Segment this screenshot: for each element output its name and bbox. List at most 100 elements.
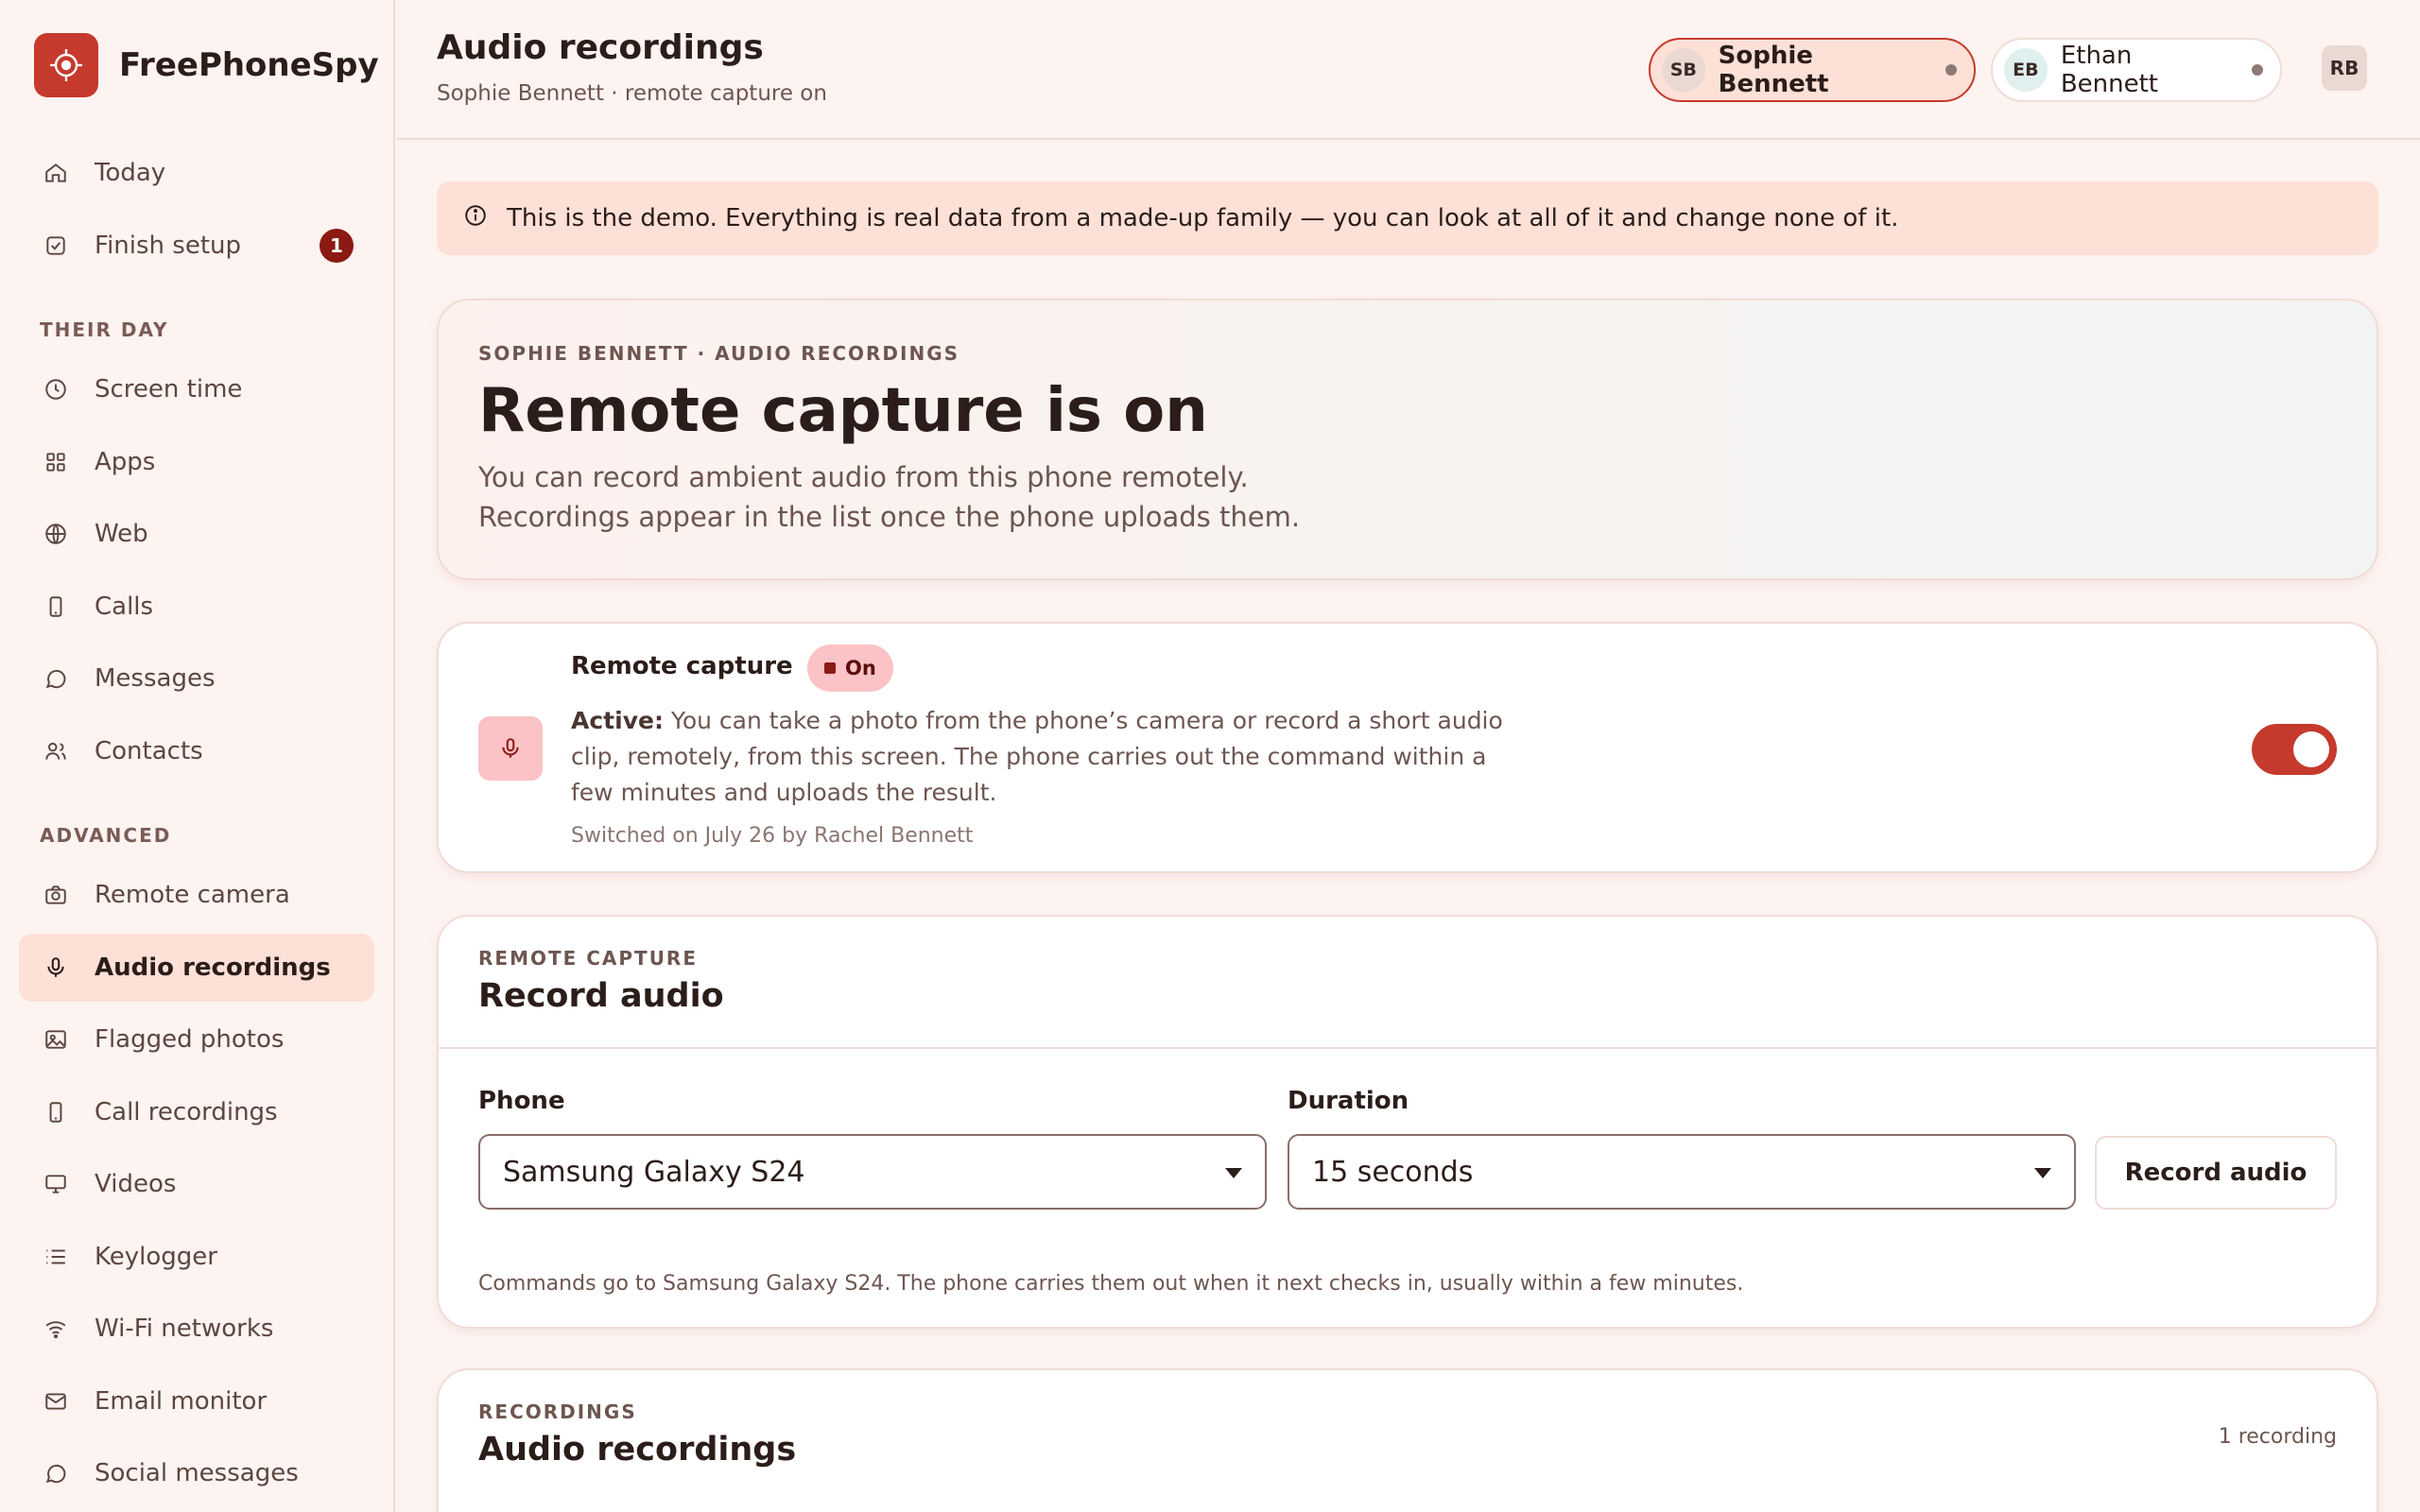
phone-icon (42, 1098, 70, 1126)
page-title: Audio recordings (437, 28, 764, 67)
sidebar-item-email-monitor[interactable]: Email monitor (19, 1367, 374, 1435)
status-dot (2252, 64, 2263, 76)
sidebar-item-social-messages[interactable]: Social messages (19, 1439, 374, 1507)
divider (439, 1047, 2377, 1049)
duration-label: Duration (1288, 1087, 1409, 1115)
status-title: Remote capture (571, 652, 793, 680)
hero-title: Remote capture is on (478, 376, 1208, 446)
banner-text: This is the demo. Everything is real dat… (507, 204, 1899, 232)
duration-select-value: 15 seconds (1312, 1155, 1474, 1189)
users-icon (42, 737, 70, 765)
top-header: Audio recordings Sophie Bennett · remote… (397, 0, 2420, 140)
recording-square-icon (824, 662, 836, 674)
remote-capture-toggle[interactable] (2252, 724, 2337, 775)
brand[interactable]: FreePhoneSpy (34, 33, 379, 97)
sidebar-item-wifi-networks[interactable]: Wi-Fi networks (19, 1295, 374, 1363)
profile-pill-sophie[interactable]: SB Sophie Bennett (1649, 38, 1976, 102)
sidebar-item-label: Call recordings (95, 1098, 278, 1126)
chevron-down-icon (2034, 1168, 2051, 1178)
sidebar-item-label: Email monitor (95, 1387, 268, 1416)
recordings-card: RECORDINGS Audio recordings 1 recording (437, 1368, 2378, 1512)
account-avatar[interactable]: RB (2322, 45, 2367, 91)
record-audio-card: REMOTE CAPTURE Record audio Phone Samsun… (437, 915, 2378, 1329)
sidebar-item-contacts[interactable]: Contacts (19, 717, 374, 785)
sidebar-item-label: Calls (95, 593, 154, 621)
clock-icon (42, 375, 70, 404)
checkbox-icon (42, 232, 70, 260)
toggle-knob (2293, 731, 2329, 767)
sidebar-item-label: Flagged photos (95, 1025, 285, 1054)
wifi-icon (42, 1314, 70, 1343)
phone-select[interactable]: Samsung Galaxy S24 (478, 1134, 1267, 1210)
sidebar-item-finish-setup[interactable]: Finish setup 1 (19, 212, 374, 280)
sidebar-item-keylogger[interactable]: Keylogger (19, 1223, 374, 1291)
record-audio-button[interactable]: Record audio (2095, 1136, 2337, 1210)
sidebar-item-label: Screen time (95, 375, 243, 404)
sidebar-item-label: Videos (95, 1170, 177, 1198)
duration-select[interactable]: 15 seconds (1288, 1134, 2076, 1210)
sidebar-item-apps[interactable]: Apps (19, 428, 374, 496)
globe-icon (42, 520, 70, 548)
recordings-title: Audio recordings (478, 1431, 797, 1469)
sidebar-item-label: Keylogger (95, 1243, 217, 1271)
monitor-icon (42, 1170, 70, 1198)
status-description-strong: Active: (571, 707, 664, 734)
sidebar: FreePhoneSpy Today Finish setup 1 THEIR … (0, 0, 395, 1512)
profile-pill-ethan[interactable]: EB Ethan Bennett (1991, 38, 2282, 102)
avatar: EB (2004, 48, 2048, 92)
demo-banner: This is the demo. Everything is real dat… (437, 181, 2378, 255)
target-logo-icon (34, 33, 98, 97)
status-dot (1945, 64, 1957, 76)
status-badge: On (807, 644, 893, 692)
sidebar-item-screen-time[interactable]: Screen time (19, 355, 374, 423)
sidebar-item-videos[interactable]: Videos (19, 1150, 374, 1218)
sidebar-item-label: Remote camera (95, 881, 290, 909)
sidebar-item-label: Apps (95, 448, 156, 476)
status-meta: Switched on July 26 by Rachel Bennett (571, 824, 974, 848)
phone-label: Phone (478, 1087, 565, 1115)
record-eyebrow: REMOTE CAPTURE (478, 947, 698, 970)
recordings-eyebrow: RECORDINGS (478, 1400, 637, 1423)
chevron-down-icon (1225, 1168, 1242, 1178)
hero-line-2: Recordings appear in the list once the p… (478, 501, 1301, 533)
sidebar-item-remote-camera[interactable]: Remote camera (19, 861, 374, 929)
home-icon (42, 159, 70, 187)
phone-icon (42, 593, 70, 621)
status-description: Active: You can take a photo from the ph… (571, 703, 1516, 811)
sidebar-item-label: Messages (95, 664, 216, 693)
chat-icon (42, 664, 70, 693)
sidebar-item-call-recordings[interactable]: Call recordings (19, 1078, 374, 1146)
sidebar-item-web[interactable]: Web (19, 500, 374, 568)
sidebar-item-calls[interactable]: Calls (19, 573, 374, 641)
sidebar-item-label: Wi-Fi networks (95, 1314, 274, 1343)
sidebar-item-label: Finish setup (95, 232, 241, 260)
sidebar-item-audio-recordings[interactable]: Audio recordings (19, 934, 374, 1002)
status-badge-label: On (845, 657, 876, 679)
section-heading-their-day: THEIR DAY (40, 318, 169, 341)
recordings-count: 1 recording (2218, 1425, 2337, 1449)
phone-select-value: Samsung Galaxy S24 (503, 1155, 805, 1189)
hero-line-1: You can record ambient audio from this p… (478, 461, 1249, 493)
sidebar-item-label: Social messages (95, 1459, 299, 1487)
remote-capture-status-card: Remote capture On Active: You can take a… (437, 622, 2378, 873)
hero-card: SOPHIE BENNETT · AUDIO RECORDINGS Remote… (437, 299, 2378, 580)
avatar: SB (1662, 48, 1705, 92)
section-heading-advanced: ADVANCED (40, 824, 172, 847)
sidebar-item-messages[interactable]: Messages (19, 644, 374, 713)
list-icon (42, 1243, 70, 1271)
sidebar-item-label: Contacts (95, 737, 203, 765)
mail-icon (42, 1387, 70, 1416)
info-icon (463, 203, 488, 234)
mic-icon (42, 954, 70, 982)
grid-icon (42, 448, 70, 476)
chat-icon (42, 1459, 70, 1487)
page-subtitle: Sophie Bennett · remote capture on (437, 81, 827, 106)
brand-name: FreePhoneSpy (119, 46, 379, 84)
profile-name: Sophie Bennett (1718, 42, 1829, 98)
camera-icon (42, 881, 70, 909)
notification-badge: 1 (320, 229, 354, 263)
sidebar-item-label: Today (95, 159, 166, 187)
sidebar-item-today[interactable]: Today (19, 139, 374, 207)
sidebar-item-flagged-photos[interactable]: Flagged photos (19, 1005, 374, 1074)
mic-icon (478, 716, 543, 781)
